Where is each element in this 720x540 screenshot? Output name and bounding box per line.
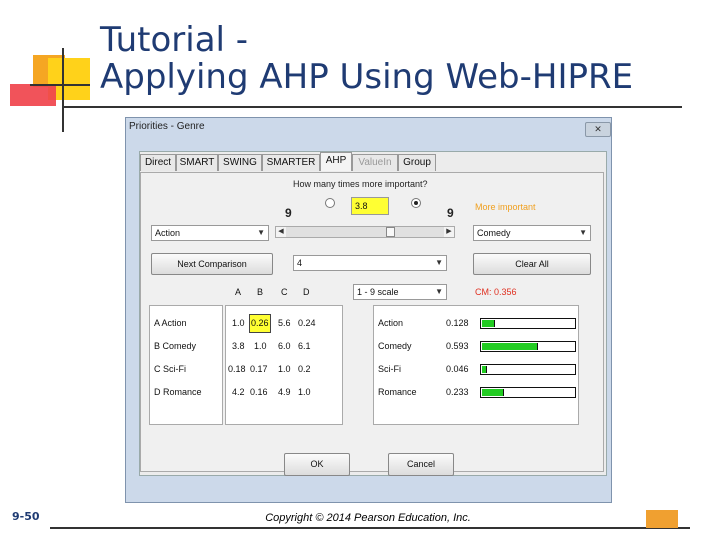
matrix-row-labels: A Action B Comedy C Sci-Fi D Romance	[149, 305, 223, 425]
close-icon[interactable]: ✕	[585, 122, 611, 137]
matrix-cell[interactable]: 6.0	[278, 341, 291, 351]
tab-ahp[interactable]: AHP	[320, 152, 352, 171]
clear-all-button[interactable]: Clear All	[473, 253, 591, 275]
tab-swing[interactable]: SWING	[218, 154, 262, 171]
chevron-down-icon: ▼	[435, 287, 443, 296]
cancel-button[interactable]: Cancel	[388, 453, 454, 476]
priority-bar-fill	[482, 343, 538, 350]
left-item-select[interactable]: Action ▼	[151, 225, 269, 241]
priority-value: 0.046	[446, 364, 469, 374]
comparison-number-value: 4	[297, 258, 303, 268]
priority-name: Sci-Fi	[378, 364, 401, 374]
priority-name: Action	[378, 318, 404, 328]
chevron-down-icon: ▼	[435, 258, 443, 267]
comparison-matrix: 1.0 0.26 5.6 0.24 3.8 1.0 6.0 6.1 0.18 0…	[225, 305, 343, 425]
slider-thumb[interactable]	[386, 227, 395, 237]
priority-bar	[480, 364, 576, 375]
scale-type-select[interactable]: 1 - 9 scale ▼	[353, 284, 447, 300]
page-number: 9-50	[12, 510, 40, 523]
matrix-cell[interactable]: 6.1	[298, 341, 311, 351]
matrix-col-a: A	[235, 287, 242, 297]
matrix-cell[interactable]: 1.0	[254, 341, 267, 351]
priority-bar-fill	[482, 366, 487, 373]
copyright-text: Copyright © 2014 Pearson Education, Inc.	[265, 512, 471, 524]
consistency-measure: CM: 0.356	[475, 287, 517, 297]
ok-button[interactable]: OK	[284, 453, 350, 476]
matrix-row-label: B Comedy	[154, 341, 197, 351]
tab-smarter[interactable]: SMARTER	[262, 154, 320, 171]
footer-rule	[50, 527, 690, 529]
left-more-important-radio[interactable]	[325, 198, 335, 208]
footer-accent-block	[646, 510, 678, 528]
priorities-window: Priorities - Genre ✕ Direct SMART SWING …	[125, 117, 612, 503]
importance-slider[interactable]: ◀ ▶	[275, 226, 455, 238]
question-label: How many times more important?	[293, 179, 428, 189]
scale-type-value: 1 - 9 scale	[357, 287, 399, 297]
matrix-col-b: B	[257, 287, 264, 297]
priority-bar-fill	[482, 389, 504, 396]
ratio-value-field[interactable]: 3.8	[351, 197, 389, 215]
matrix-row-label: A Action	[154, 318, 187, 328]
tab-valuein[interactable]: ValueIn	[352, 154, 398, 171]
priority-value: 0.593	[446, 341, 469, 351]
priority-bar	[480, 341, 576, 352]
priority-bar-fill	[482, 320, 495, 327]
slide-title-line-1: Tutorial -	[100, 20, 249, 60]
window-title: Priorities - Genre	[129, 121, 205, 132]
matrix-cell[interactable]: 0.2	[298, 364, 311, 374]
priority-name: Comedy	[378, 341, 412, 351]
tab-smart[interactable]: SMART	[176, 154, 218, 171]
matrix-cell[interactable]: 0.17	[250, 364, 268, 374]
matrix-cell[interactable]: 4.9	[278, 387, 291, 397]
tab-direct[interactable]: Direct	[140, 154, 176, 171]
more-important-label: More important	[475, 202, 536, 212]
matrix-cell[interactable]: 4.2	[232, 387, 245, 397]
matrix-col-c: C	[281, 287, 288, 297]
right-more-important-radio[interactable]	[411, 198, 421, 208]
slide-title-line-2: Applying AHP Using Web-HIPRE	[100, 57, 634, 97]
scale-right-label: 9	[447, 206, 454, 220]
matrix-cell[interactable]: 5.6	[278, 318, 291, 328]
ahp-panel: How many times more important? 9 3.8 9 M…	[140, 172, 604, 472]
slide-title: Tutorial - Applying AHP Using Web-HIPRE	[100, 22, 700, 96]
matrix-cell[interactable]: 1.0	[278, 364, 291, 374]
priorities-list: Action 0.128 Comedy 0.593 Sci-Fi 0.046 R…	[373, 305, 579, 425]
matrix-cell[interactable]: 3.8	[232, 341, 245, 351]
matrix-cell-selected[interactable]: 0.26	[249, 314, 271, 333]
priority-bar	[480, 318, 576, 329]
priority-bar	[480, 387, 576, 398]
matrix-cell[interactable]: 0.16	[250, 387, 268, 397]
decor-horizontal-line	[30, 84, 90, 86]
matrix-cell[interactable]: 1.0	[298, 387, 311, 397]
left-item-value: Action	[155, 228, 181, 238]
tab-group[interactable]: Group	[398, 154, 436, 171]
chevron-down-icon: ▼	[579, 228, 587, 237]
priority-value: 0.128	[446, 318, 469, 328]
slider-right-arrow-icon[interactable]: ▶	[444, 227, 454, 237]
matrix-col-d: D	[303, 287, 310, 297]
matrix-row-label: D Romance	[154, 387, 202, 397]
matrix-cell[interactable]: 0.18	[228, 364, 246, 374]
decor-vertical-line	[62, 48, 64, 132]
priority-value: 0.233	[446, 387, 469, 397]
right-item-select[interactable]: Comedy ▼	[473, 225, 591, 241]
scale-left-label: 9	[285, 206, 292, 220]
slider-left-arrow-icon[interactable]: ◀	[276, 227, 286, 237]
comparison-number-select[interactable]: 4 ▼	[293, 255, 447, 271]
priority-name: Romance	[378, 387, 417, 397]
matrix-cell[interactable]: 0.24	[298, 318, 316, 328]
right-item-value: Comedy	[477, 228, 511, 238]
chevron-down-icon: ▼	[257, 228, 265, 237]
matrix-row-label: C Sci-Fi	[154, 364, 186, 374]
decor-red-square	[10, 84, 56, 106]
next-comparison-button[interactable]: Next Comparison	[151, 253, 273, 275]
title-rule	[62, 106, 682, 108]
matrix-cell[interactable]: 1.0	[232, 318, 245, 328]
